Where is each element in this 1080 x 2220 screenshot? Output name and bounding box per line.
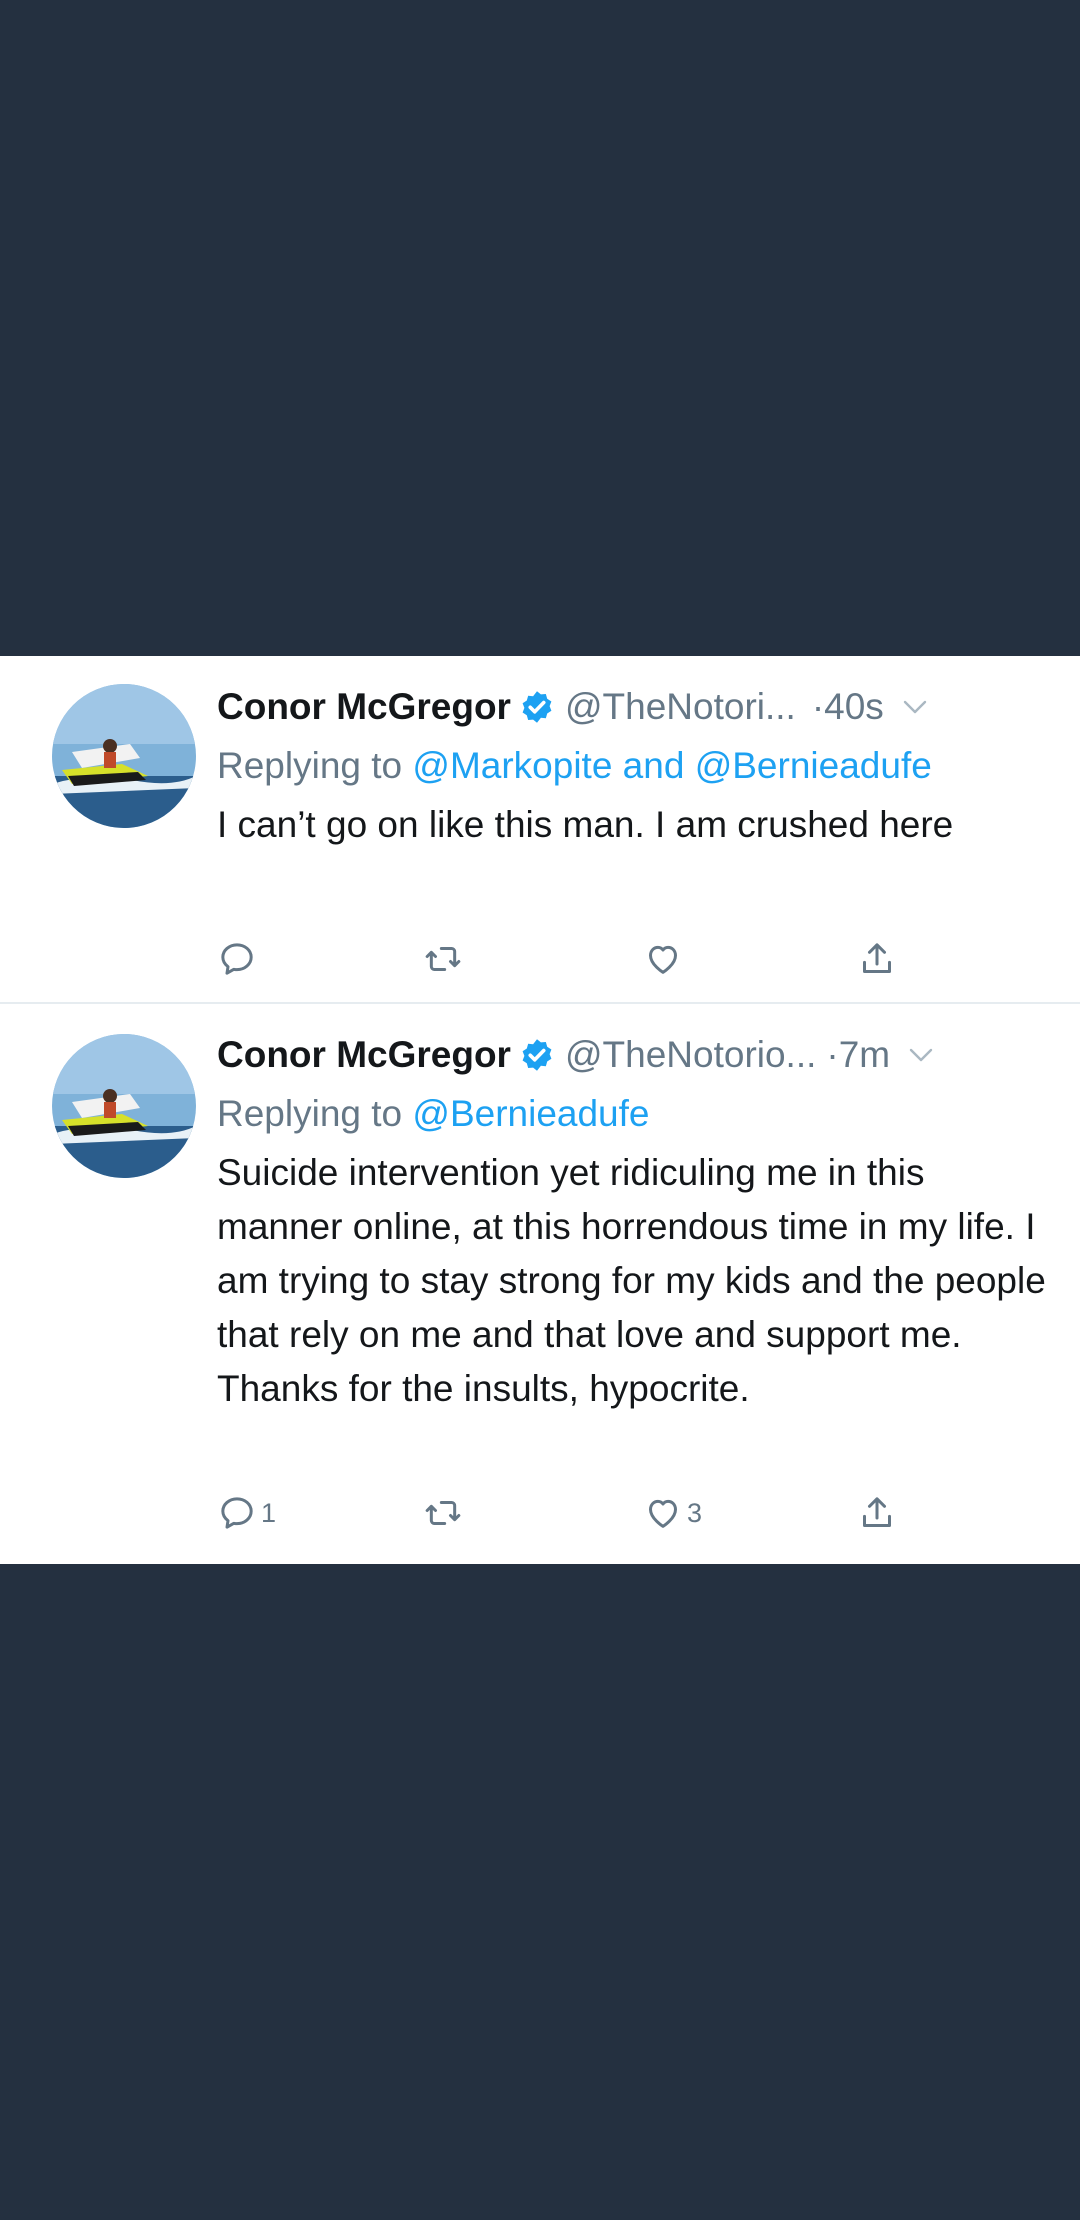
tweet-content: Conor McGregor @TheNotori... · 40s Reply… (217, 676, 1054, 852)
tweet-actions: 1 3 (217, 1488, 937, 1538)
like-count: 3 (687, 1497, 703, 1528)
replying-to-label: Replying to (217, 745, 403, 786)
tweet-content: Conor McGregor @TheNotorio... · 7m Reply… (217, 1024, 1054, 1416)
avatar[interactable] (52, 1034, 196, 1178)
username[interactable]: @TheNotorio... (565, 1034, 816, 1076)
top-dark-band (0, 0, 1080, 656)
heart-icon (649, 945, 677, 974)
replying-to: Replying to @Bernieadufe (217, 1086, 1054, 1142)
bottom-dark-band (0, 1564, 1080, 2220)
share-button[interactable] (857, 934, 897, 984)
verified-badge-icon (522, 1039, 552, 1071)
verified-badge-icon (522, 691, 552, 723)
retweet-icon (425, 947, 461, 971)
replying-to: Replying to @Markopite and @Bernieadufe (217, 738, 1054, 794)
retweet-icon (425, 1501, 461, 1525)
reply-button[interactable]: 1 (217, 1488, 276, 1538)
avatar[interactable] (52, 684, 196, 828)
chevron-down-icon[interactable] (908, 1045, 934, 1065)
tweet-text: I can’t go on like this man. I am crushe… (217, 804, 954, 845)
retweet-button[interactable] (423, 934, 467, 984)
chevron-down-icon[interactable] (902, 697, 928, 717)
replying-to-label: Replying to (217, 1093, 403, 1134)
share-icon (863, 943, 891, 973)
display-name[interactable]: Conor McGregor (217, 686, 511, 728)
share-button[interactable] (857, 1488, 897, 1538)
separator-dot: · (811, 686, 825, 727)
like-button[interactable] (643, 934, 687, 984)
reply-button[interactable] (217, 934, 261, 984)
tweet-card: Conor McGregor @TheNotori... · 40s Reply… (0, 656, 1080, 1564)
like-button[interactable]: 3 (643, 1488, 702, 1538)
tweet[interactable]: Conor McGregor @TheNotori... · 40s Reply… (0, 656, 1080, 1002)
reply-count: 1 (261, 1497, 277, 1528)
timestamp[interactable]: 7m (839, 1034, 890, 1076)
reply-icon (221, 943, 253, 975)
timestamp[interactable]: 40s (824, 686, 884, 728)
tweet-header: Conor McGregor @TheNotorio... · 7m (217, 1024, 1054, 1086)
tweet-header: Conor McGregor @TheNotori... · 40s (217, 676, 1054, 738)
share-icon (863, 1497, 891, 1527)
replying-to-users[interactable]: @Bernieadufe (412, 1093, 649, 1134)
tweet[interactable]: Conor McGregor @TheNotorio... · 7m Reply… (0, 1004, 1080, 1564)
heart-icon (649, 1499, 677, 1528)
retweet-button[interactable] (423, 1488, 467, 1538)
tweet-actions (217, 934, 937, 984)
tweet-text: Suicide intervention yet ridiculing me i… (217, 1152, 1046, 1409)
username[interactable]: @TheNotori... (565, 686, 796, 728)
separator-dot: · (826, 1034, 839, 1075)
replying-to-users[interactable]: @Markopite and @Bernieadufe (412, 745, 931, 786)
reply-icon (221, 1497, 253, 1529)
display-name[interactable]: Conor McGregor (217, 1034, 511, 1076)
